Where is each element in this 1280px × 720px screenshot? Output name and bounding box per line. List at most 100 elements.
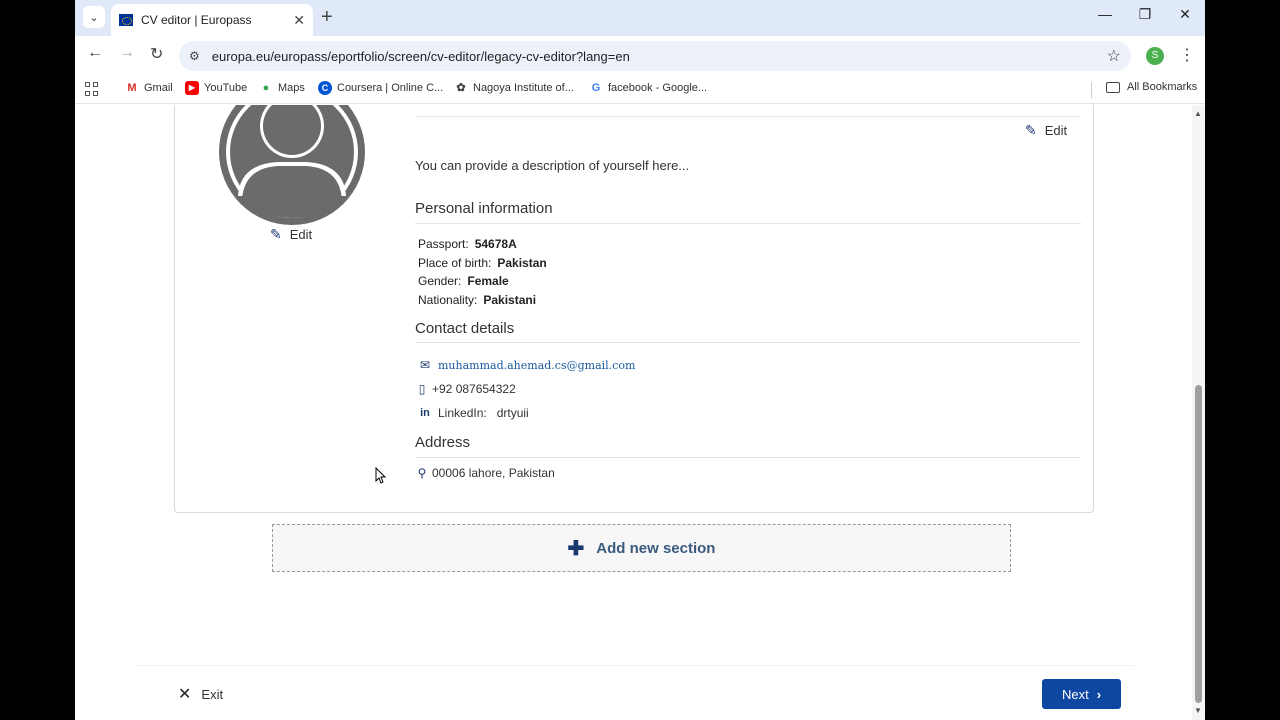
- browser-tab-active[interactable]: CV editor | Europass ✕: [111, 4, 313, 36]
- bookmark-youtube[interactable]: ▶ YouTube: [185, 81, 247, 95]
- field-value: Female: [467, 274, 509, 288]
- browser-window: ⌄ CV editor | Europass ✕ + — ❐ ✕ ← → ↻ ⚙…: [75, 0, 1205, 720]
- photo-edit-label: Edit: [289, 227, 313, 242]
- map-pin-icon: ⚲: [417, 466, 427, 480]
- place-of-birth-row: Place of birth: Pakistan: [418, 256, 547, 270]
- page-scrollbar[interactable]: ▲ ▼: [1192, 105, 1205, 720]
- field-label: Nationality:: [418, 293, 478, 307]
- scroll-up-icon[interactable]: ▲: [1194, 109, 1202, 118]
- apps-grid-icon[interactable]: [85, 82, 99, 96]
- address-bar[interactable]: ⚙ europa.eu/europass/eportfolio/screen/c…: [179, 41, 1131, 71]
- address-row: ⚲ 00006 lahore, Pakistan: [417, 466, 555, 480]
- about-edit-button[interactable]: ✎ Edit: [1025, 122, 1067, 139]
- back-arrow-icon[interactable]: ←: [87, 44, 103, 62]
- email-row: ✉ muhammad.ahemad.cs@gmail.com: [417, 358, 635, 372]
- tab-title: CV editor | Europass: [141, 13, 252, 27]
- pencil-icon: ✎: [1025, 122, 1037, 138]
- bookmark-label: facebook - Google...: [608, 82, 708, 94]
- linkedin-row: in LinkedIn: drtyuii: [417, 406, 529, 420]
- next-label: Next: [1061, 686, 1089, 702]
- passport-row: Passport: 54678A: [418, 237, 517, 251]
- divider: [415, 116, 1081, 117]
- bookmark-label: Coursera | Online C...: [337, 82, 444, 94]
- linkedin-value: drtyuii: [496, 406, 529, 420]
- bookmark-star-icon[interactable]: ☆: [1107, 46, 1121, 66]
- folder-icon: [1106, 81, 1120, 93]
- gender-row: Gender: Female: [418, 274, 509, 288]
- gmail-icon: M: [127, 82, 137, 94]
- address-title: Address: [415, 434, 471, 451]
- field-value: 54678A: [474, 237, 517, 251]
- menu-kebab-icon[interactable]: ⋮: [1179, 45, 1195, 65]
- email-link[interactable]: muhammad.ahemad.cs@gmail.com: [438, 359, 635, 372]
- site-settings-icon[interactable]: ⚙: [189, 49, 200, 63]
- bookmark-label: Nagoya Institute of...: [473, 82, 574, 94]
- bookmark-maps[interactable]: ● Maps: [259, 81, 305, 95]
- linkedin-label: LinkedIn:: [438, 406, 487, 420]
- add-section-label: Add new section: [596, 539, 716, 557]
- description-text: You can provide a description of yoursel…: [415, 158, 690, 173]
- linkedin-icon: in: [420, 407, 430, 419]
- europass-favicon-icon: [119, 14, 133, 26]
- exit-label: Exit: [201, 686, 224, 702]
- envelope-icon: ✉: [419, 358, 431, 372]
- new-tab-plus-icon[interactable]: +: [321, 6, 333, 29]
- bookmark-label: Gmail: [144, 82, 173, 94]
- bookmark-facebook-google[interactable]: G facebook - Google...: [589, 81, 707, 95]
- bookmark-coursera[interactable]: C Coursera | Online C...: [318, 81, 443, 95]
- add-new-section-button[interactable]: ✚ Add new section: [272, 524, 1011, 572]
- personal-info-title: Personal information: [415, 200, 553, 217]
- field-value: Pakistan: [497, 256, 547, 270]
- reload-icon[interactable]: ↻: [150, 44, 163, 64]
- nationality-row: Nationality: Pakistani: [418, 293, 536, 307]
- coursera-icon: C: [318, 81, 332, 95]
- close-x-icon: ✕: [178, 686, 192, 703]
- tab-search-chevron-icon[interactable]: ⌄: [83, 6, 105, 28]
- bookmark-gmail[interactable]: M Gmail: [125, 81, 173, 95]
- divider: [135, 665, 1135, 666]
- address-value: 00006 lahore, Pakistan: [432, 466, 555, 480]
- mouse-cursor-icon: [375, 467, 387, 484]
- phone-row: ▯ +92 087654322: [417, 382, 516, 396]
- bookmarks-bar: M Gmail ▶ YouTube ● Maps C Coursera | On…: [75, 76, 1205, 104]
- pencil-icon: ✎: [270, 226, 282, 242]
- divider: [415, 223, 1081, 224]
- all-bookmarks-label: All Bookmarks: [1127, 81, 1198, 93]
- divider: [415, 342, 1081, 343]
- window-close-icon[interactable]: ✕: [1165, 6, 1205, 23]
- about-edit-label: Edit: [1044, 123, 1068, 138]
- bookmark-nagoya[interactable]: ✿ Nagoya Institute of...: [454, 81, 574, 95]
- all-bookmarks[interactable]: All Bookmarks: [1106, 81, 1197, 93]
- field-label: Gender:: [418, 274, 462, 288]
- forward-arrow-icon[interactable]: →: [119, 44, 135, 62]
- field-label: Place of birth:: [418, 256, 492, 270]
- nagoya-icon: ✿: [456, 82, 466, 94]
- restore-icon[interactable]: ❐: [1125, 6, 1165, 23]
- contact-details-title: Contact details: [415, 320, 515, 337]
- bookmarks-divider: [1091, 82, 1092, 98]
- phone-value: +92 087654322: [432, 382, 516, 396]
- avatar-placeholder-icon[interactable]: [218, 105, 366, 226]
- browser-toolbar: ← → ↻ ⚙ europa.eu/europass/eportfolio/sc…: [75, 36, 1205, 76]
- scroll-down-icon[interactable]: ▼: [1194, 706, 1202, 715]
- exit-button[interactable]: ✕ Exit: [178, 684, 223, 704]
- mobile-phone-icon: ▯: [418, 382, 426, 396]
- cv-profile-card: ✎ Edit ✎ Edit You can provide a descript…: [174, 105, 1094, 513]
- tab-close-icon[interactable]: ✕: [293, 12, 305, 29]
- plus-icon: ✚: [567, 537, 585, 560]
- field-value: Pakistani: [483, 293, 537, 307]
- tab-strip: ⌄ CV editor | Europass ✕ + — ❐ ✕: [75, 0, 1205, 36]
- scrollbar-thumb[interactable]: [1195, 385, 1202, 703]
- divider: [415, 457, 1081, 458]
- maps-icon: ●: [262, 82, 270, 94]
- profile-avatar[interactable]: S: [1146, 47, 1164, 65]
- youtube-icon: ▶: [185, 81, 199, 95]
- url-text: europa.eu/europass/eportfolio/screen/cv-…: [211, 48, 630, 64]
- page-content: ✎ Edit ✎ Edit You can provide a descript…: [75, 105, 1192, 720]
- google-icon: G: [591, 82, 601, 94]
- next-button[interactable]: Next ›: [1042, 679, 1121, 709]
- field-label: Passport:: [418, 237, 469, 251]
- photo-edit-button[interactable]: ✎ Edit: [270, 226, 312, 243]
- bookmark-label: YouTube: [204, 82, 248, 94]
- minimize-icon[interactable]: —: [1085, 6, 1125, 22]
